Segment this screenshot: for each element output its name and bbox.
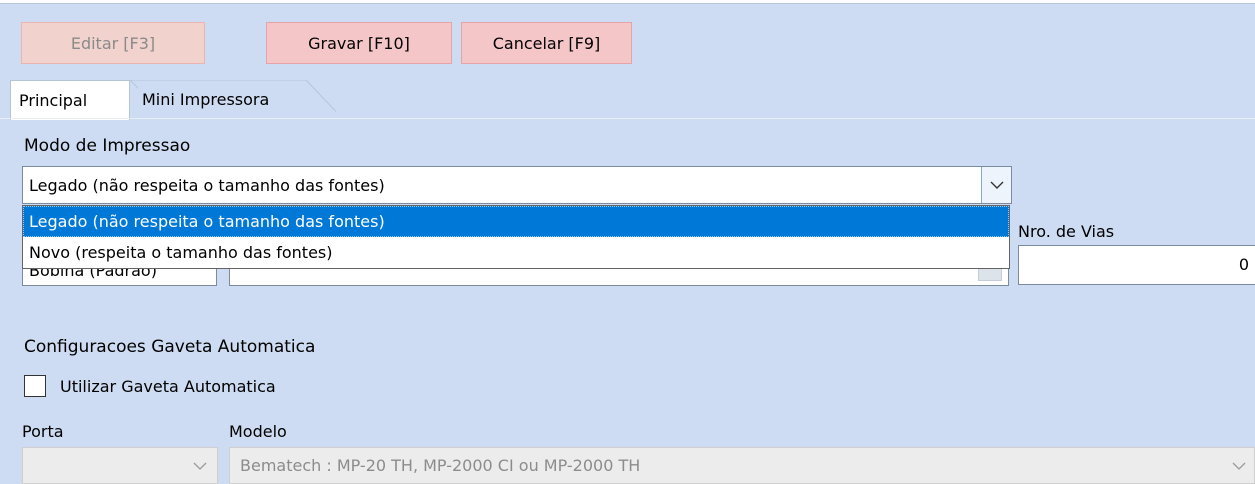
top-border (0, 0, 1255, 4)
chevron-down-icon (990, 181, 1003, 189)
edit-button[interactable]: Editar [F3] (21, 22, 205, 64)
option-legado[interactable]: Legado (não respeita o tamanho das fonte… (23, 206, 1009, 237)
print-mode-value: Legado (não respeita o tamanho das fonte… (29, 175, 385, 195)
option-novo[interactable]: Novo (respeita o tamanho das fontes) (23, 237, 1009, 268)
tab-principal[interactable]: Principal (10, 80, 130, 120)
print-mode-select[interactable]: Legado (não respeita o tamanho das fonte… (22, 166, 1012, 204)
chevron-down-icon (193, 462, 207, 470)
copies-input[interactable]: 0 (1018, 245, 1255, 285)
chevron-down-icon (1232, 462, 1246, 470)
drawer-checkbox[interactable] (24, 375, 46, 397)
model-value: Bematech : MP-20 TH, MP-2000 CI ou MP-20… (240, 456, 641, 475)
print-mode-options: Legado (não respeita o tamanho das fonte… (22, 205, 1010, 269)
tab-mini-impressora-label: Mini Impressora (142, 90, 270, 109)
model-label: Modelo (229, 422, 287, 441)
printer-select-button[interactable] (978, 267, 1002, 281)
port-label: Porta (22, 422, 64, 441)
save-button[interactable]: Gravar [F10] (266, 22, 452, 64)
cancel-button[interactable]: Cancelar [F9] (461, 22, 632, 64)
drawer-checkbox-label[interactable]: Utilizar Gaveta Automatica (60, 377, 276, 396)
copies-value: 0 (1238, 255, 1249, 274)
copies-label: Nro. de Vias (1018, 222, 1115, 241)
tab-mini-impressora[interactable]: Mini Impressora (134, 80, 354, 119)
tab-bar: Principal Mini Impressora (0, 80, 1255, 120)
drawer-section-title: Configuracoes Gaveta Automatica (24, 337, 316, 357)
port-select[interactable] (22, 447, 218, 484)
model-select[interactable]: Bematech : MP-20 TH, MP-2000 CI ou MP-20… (229, 447, 1255, 484)
print-mode-dropdown-button[interactable] (981, 167, 1011, 203)
print-mode-label: Modo de Impressao (24, 136, 191, 156)
tab-principal-label: Principal (19, 91, 88, 110)
tab-underline (0, 118, 1255, 119)
